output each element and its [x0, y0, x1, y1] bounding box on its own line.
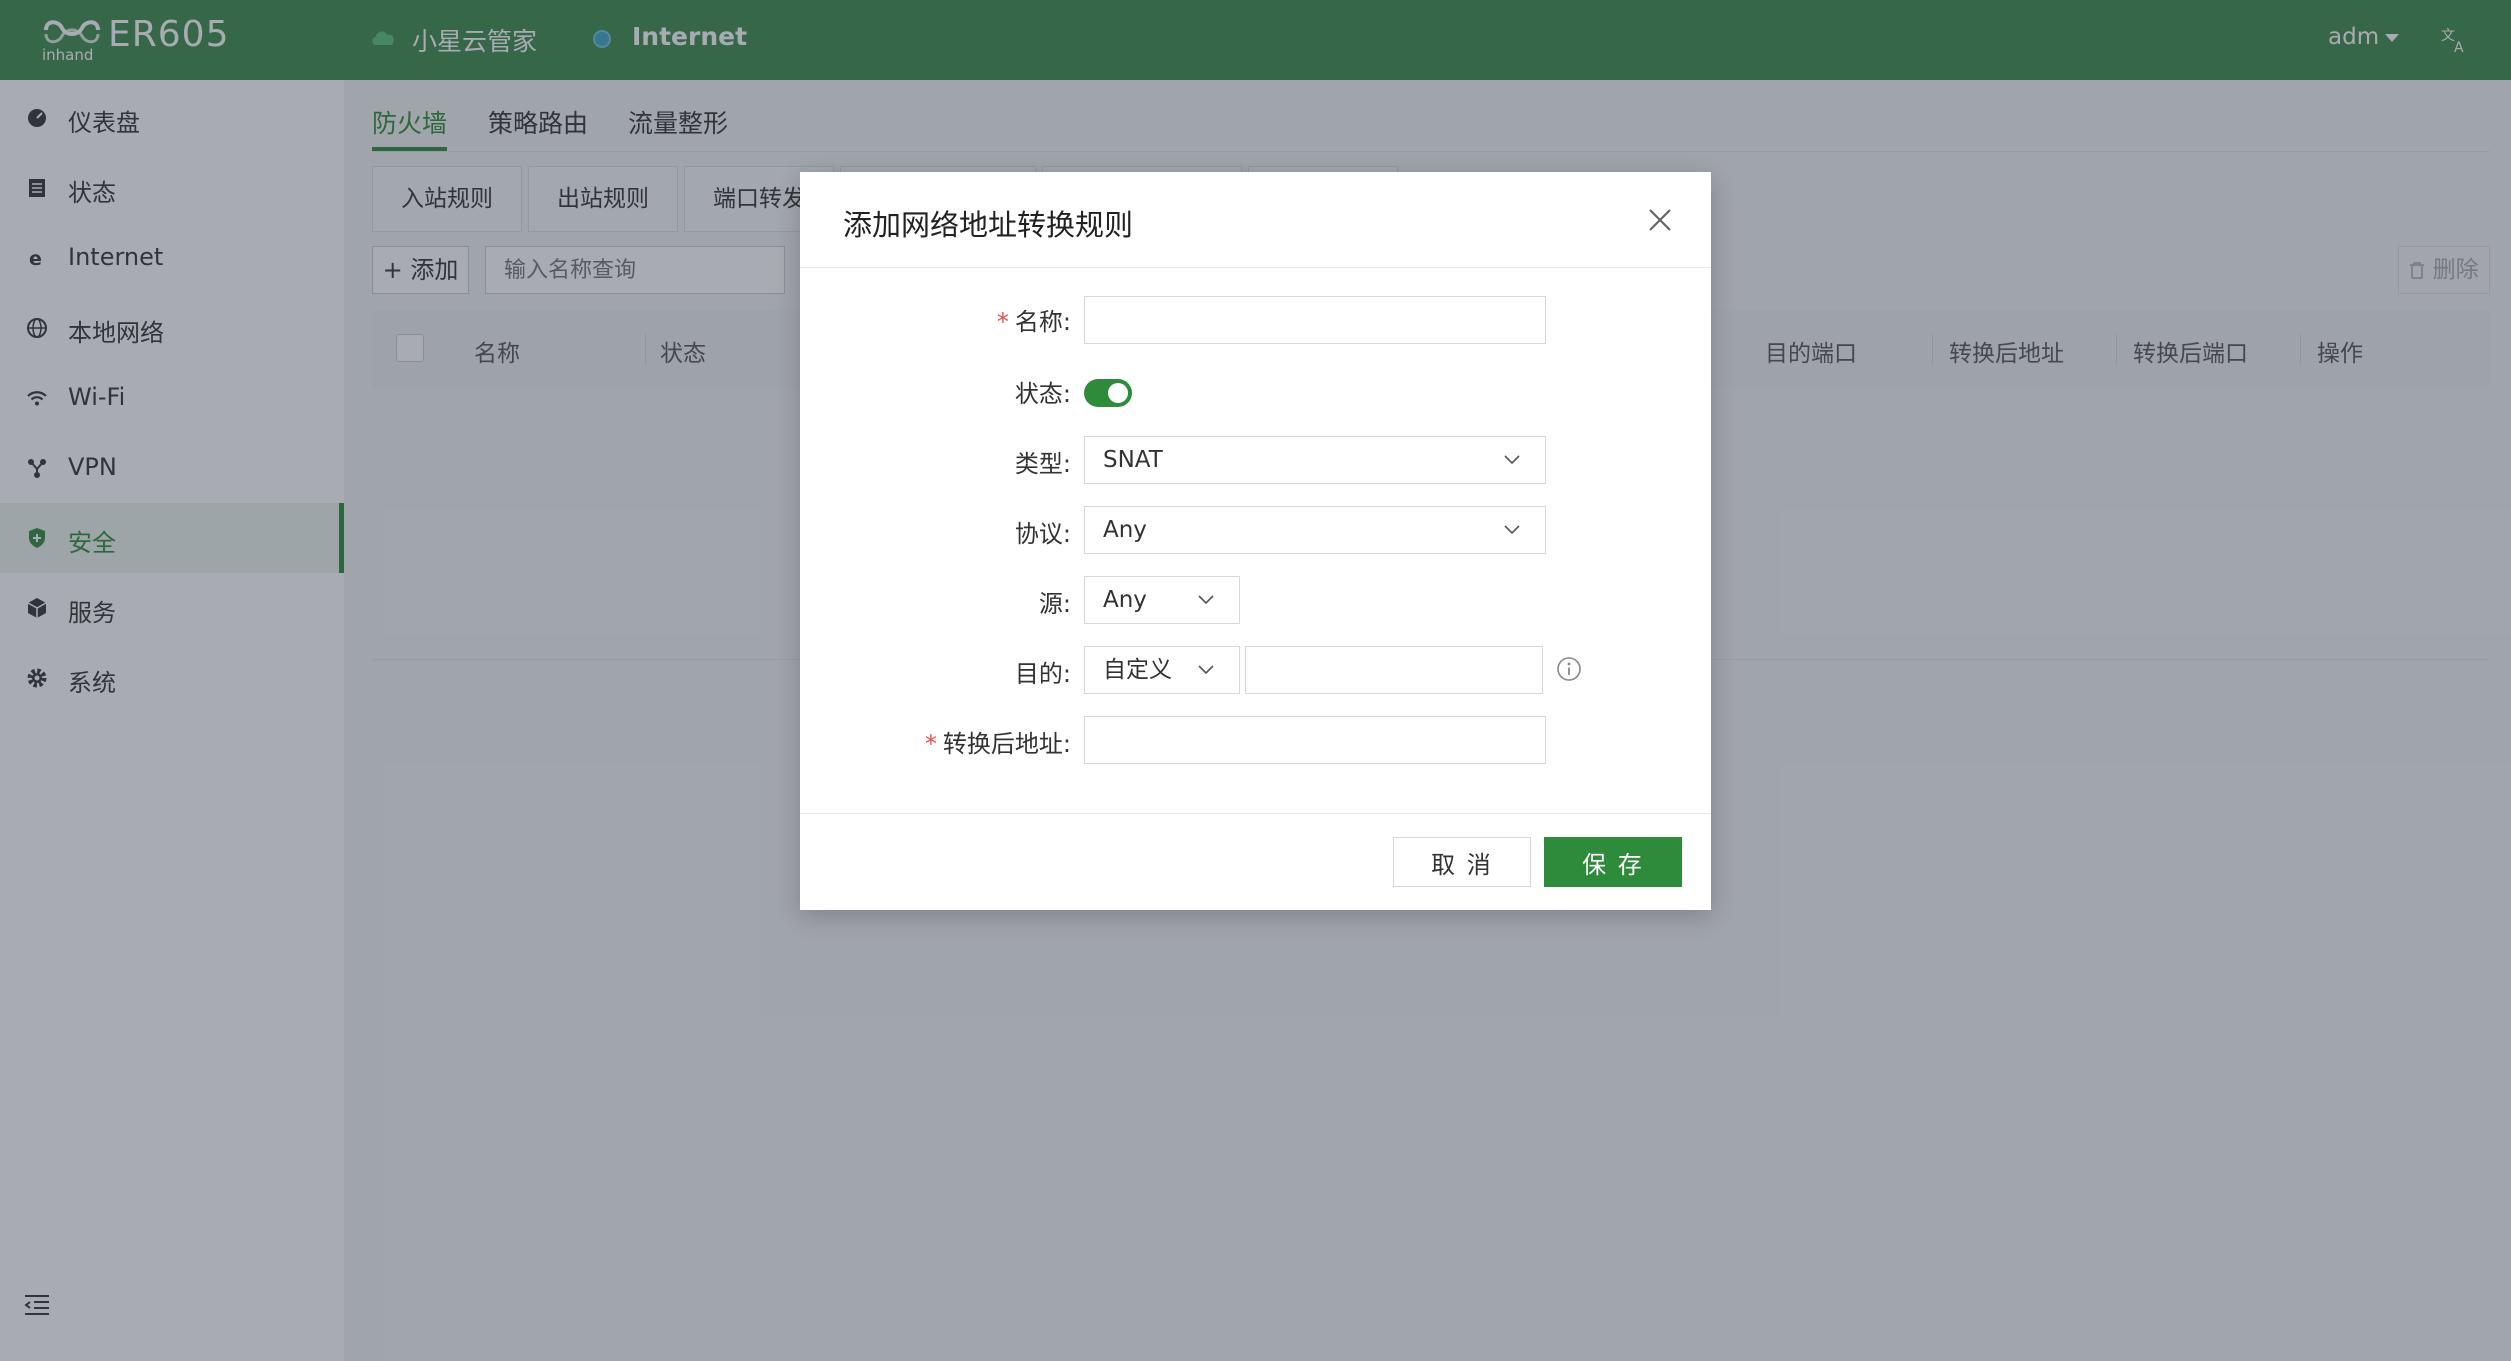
- translated-address-label-text: 转换后地址: [942, 730, 1063, 758]
- close-icon[interactable]: [1646, 206, 1674, 234]
- name-field-label: * 名称:: [996, 308, 1071, 336]
- toggle-knob: [1108, 383, 1128, 403]
- save-button[interactable]: 保 存: [1544, 837, 1682, 887]
- protocol-select-value: Any: [1103, 517, 1147, 543]
- type-field-label: 类型:: [1014, 450, 1071, 478]
- required-marker: *: [924, 730, 937, 758]
- status-label-text: 状态: [1014, 380, 1063, 408]
- dialog-header-divider: [800, 267, 1711, 268]
- protocol-field-label: 协议:: [1014, 520, 1071, 548]
- protocol-select[interactable]: Any: [1084, 506, 1546, 554]
- info-icon[interactable]: [1556, 656, 1582, 682]
- status-field-label: 状态:: [1014, 380, 1071, 408]
- name-label-text: 名称: [1014, 308, 1063, 336]
- add-nat-rule-dialog: 添加网络地址转换规则 * 名称: 状态: 类型: SNAT 协议: Any 源: …: [800, 172, 1711, 910]
- chevron-down-icon: [1504, 455, 1520, 465]
- source-select[interactable]: Any: [1084, 576, 1240, 624]
- destination-label-text: 目的: [1014, 660, 1063, 688]
- destination-address-input[interactable]: [1245, 646, 1543, 694]
- dialog-footer-divider: [800, 813, 1711, 814]
- destination-select[interactable]: 自定义: [1084, 646, 1240, 694]
- type-label-text: 类型: [1014, 450, 1063, 478]
- status-toggle[interactable]: [1084, 379, 1132, 407]
- source-select-value: Any: [1103, 587, 1147, 613]
- required-marker: *: [996, 308, 1009, 336]
- chevron-down-icon: [1198, 595, 1214, 605]
- type-select-value: SNAT: [1103, 447, 1163, 473]
- cancel-button[interactable]: 取 消: [1393, 837, 1531, 887]
- chevron-down-icon: [1504, 525, 1520, 535]
- destination-select-value: 自定义: [1103, 657, 1172, 683]
- chevron-down-icon: [1198, 665, 1214, 675]
- dialog-title: 添加网络地址转换规则: [843, 208, 1134, 242]
- type-select[interactable]: SNAT: [1084, 436, 1546, 484]
- name-input[interactable]: [1084, 296, 1546, 344]
- source-field-label: 源:: [1038, 590, 1071, 618]
- source-label-text: 源: [1038, 590, 1063, 618]
- translated-address-input[interactable]: [1084, 716, 1546, 764]
- destination-field-label: 目的:: [1014, 660, 1071, 688]
- protocol-label-text: 协议: [1014, 520, 1063, 548]
- translated-address-field-label: * 转换后地址:: [924, 730, 1071, 758]
